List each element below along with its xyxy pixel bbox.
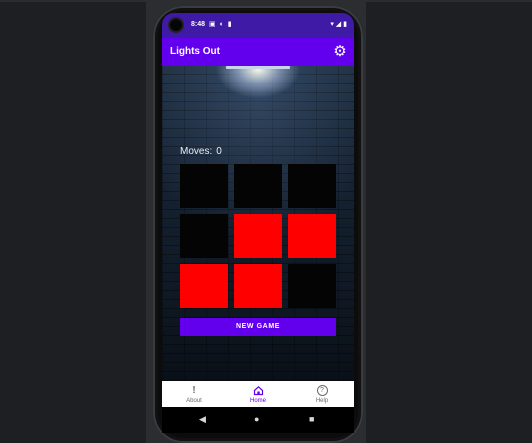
nav-label-about: About: [186, 398, 202, 404]
new-game-button[interactable]: NEW GAME: [180, 318, 336, 336]
light-cell[interactable]: [180, 164, 228, 208]
info-icon: !: [192, 385, 196, 396]
status-time: 8:48: [191, 21, 206, 28]
wifi-icon: ▾: [330, 21, 334, 28]
phone-screen: 8:48 ▣ ◐ ▮ ▾ ◢ ▮ Lights Out ⚙ Moves: 0 NE…: [162, 13, 354, 407]
help-icon: ?: [316, 385, 328, 396]
home-circle-icon[interactable]: ●: [254, 413, 259, 425]
game-area: Moves: 0 NEW GAME: [162, 66, 354, 381]
bottom-navigation: ! About Home ? Help: [162, 381, 354, 407]
notification-icon: ▣: [209, 21, 217, 28]
app-bar: Lights Out ⚙: [162, 38, 354, 66]
moves-counter: Moves: 0: [180, 146, 222, 157]
status-bar: 8:48 ▣ ◐ ▮ ▾ ◢ ▮: [162, 13, 354, 38]
light-cell[interactable]: [288, 164, 336, 208]
light-cell[interactable]: [234, 264, 282, 308]
light-cell[interactable]: [234, 164, 282, 208]
status-system-icons: ▾ ◢ ▮: [330, 20, 347, 28]
nav-item-about[interactable]: ! About: [162, 381, 226, 407]
light-grid: [180, 164, 337, 308]
home-icon: [253, 385, 264, 396]
back-icon[interactable]: ◀: [199, 413, 206, 425]
moves-label: Moves:: [180, 146, 213, 157]
system-navigation-bar: ◀ ● ■: [162, 407, 354, 433]
moves-value: 0: [216, 146, 222, 157]
lamp-fixture: [226, 66, 290, 69]
nav-label-help: Help: [315, 398, 329, 404]
light-cell[interactable]: [234, 214, 282, 258]
camera-cutout: [170, 19, 182, 31]
recents-icon[interactable]: ■: [309, 413, 314, 425]
nav-item-home[interactable]: Home: [226, 381, 290, 407]
app-title: Lights Out: [170, 46, 220, 57]
nav-label-home: Home: [249, 398, 266, 404]
light-cell[interactable]: [288, 214, 336, 258]
signal-icon: ◢: [335, 21, 342, 28]
battery-icon: ▮: [343, 21, 347, 28]
light-cell[interactable]: [288, 264, 336, 308]
nav-item-help[interactable]: ? Help: [290, 381, 354, 407]
sync-icon: ◐: [219, 21, 225, 28]
battery-saver-icon: ▮: [227, 21, 233, 28]
status-notification-icons: ▣ ◐ ▮: [209, 20, 233, 28]
light-cell[interactable]: [180, 214, 228, 258]
light-cell[interactable]: [180, 264, 228, 308]
gear-icon[interactable]: ⚙: [331, 43, 349, 61]
